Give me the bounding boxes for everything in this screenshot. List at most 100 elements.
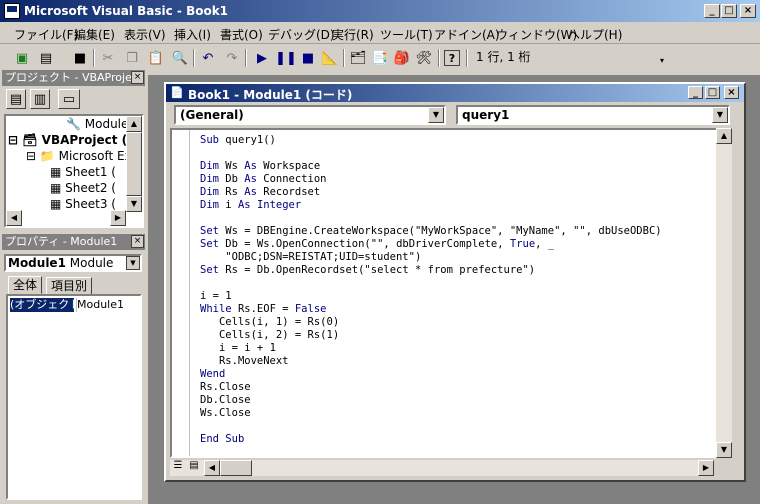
full-module-view-icon[interactable]: ▤ — [186, 460, 202, 476]
code-line[interactable]: Rs.MoveNext — [200, 355, 662, 368]
object-combo[interactable]: Module1 Module ▼ — [4, 254, 142, 272]
code-line[interactable]: ​ — [200, 277, 662, 290]
project-explorer-icon[interactable]: 🗂 — [348, 48, 368, 68]
run-icon[interactable]: ▶ — [252, 48, 272, 68]
procedure-view-icon[interactable]: ☰ — [170, 460, 186, 476]
paste-icon[interactable]: 📋 — [146, 48, 166, 68]
design-mode-icon[interactable]: 📐 — [320, 48, 340, 68]
object-dropdown[interactable]: (General) ▼ — [174, 105, 446, 125]
toolbar-overflow-icon[interactable]: ▾ — [660, 56, 664, 65]
menu-tools[interactable]: ツール(T) — [380, 26, 433, 43]
view-code-icon[interactable]: ▤ — [6, 89, 26, 109]
redo-icon[interactable]: ↷ — [222, 48, 242, 68]
object-browser-icon[interactable]: 🎒 — [392, 48, 412, 68]
tree-vscroll-thumb[interactable] — [126, 132, 142, 196]
procedure-dropdown[interactable]: query1 ▼ — [456, 105, 730, 125]
code-scroll-up[interactable]: ▲ — [716, 128, 732, 144]
help-icon[interactable]: ? — [444, 50, 460, 66]
code-window-title: Book1 - Module1 (コード) — [188, 88, 353, 102]
tree-scroll-right[interactable]: ▶ — [110, 210, 126, 226]
code-line[interactable]: i = i + 1 — [200, 342, 662, 355]
code-line[interactable]: Dim Rs As Recordset — [200, 186, 662, 199]
code-line[interactable]: Dim Ws As Workspace — [200, 160, 662, 173]
reset-icon[interactable]: ■ — [298, 48, 318, 68]
code-text[interactable]: Sub query1()​Dim Ws As WorkspaceDim Db A… — [200, 134, 662, 446]
tree-scroll-down[interactable]: ▼ — [126, 196, 142, 212]
close-button[interactable]: × — [740, 4, 756, 18]
code-line[interactable]: Rs.Close — [200, 381, 662, 394]
maximize-button[interactable]: □ — [721, 4, 737, 18]
menu-debug[interactable]: デバッグ(D) — [268, 26, 335, 43]
code-hscroll-thumb[interactable] — [220, 460, 252, 476]
cut-icon[interactable]: ✂ — [98, 48, 118, 68]
code-maximize-button[interactable]: □ — [705, 86, 720, 99]
tree-item-sheet2[interactable]: ▦ Sheet2 ( — [50, 180, 116, 196]
app-title-bar[interactable]: Microsoft Visual Basic - Book1 _ □ × — [0, 0, 760, 22]
code-line[interactable]: Cells(i, 2) = Rs(1) — [200, 329, 662, 342]
chevron-down-icon[interactable]: ▼ — [428, 107, 444, 123]
toggle-folders-icon[interactable]: ▭ — [58, 89, 80, 109]
tree-scroll-left[interactable]: ◀ — [6, 210, 22, 226]
code-line[interactable]: Wend — [200, 368, 662, 381]
project-close-button[interactable]: × — [131, 71, 144, 84]
code-line[interactable]: End Sub — [200, 433, 662, 446]
code-line[interactable]: "ODBC;DSN=REISTAT;UID=student") — [200, 251, 662, 264]
menu-help[interactable]: ヘルプ(H) — [568, 26, 622, 43]
menu-insert[interactable]: 挿入(I) — [174, 26, 211, 43]
code-scroll-right[interactable]: ▶ — [698, 460, 714, 476]
copy-icon[interactable]: ❐ — [122, 48, 142, 68]
code-line[interactable]: Db.Close — [200, 394, 662, 407]
property-name-cell[interactable]: (オブジェクト名) — [10, 298, 74, 312]
code-scroll-down[interactable]: ▼ — [716, 442, 732, 458]
code-vscroll[interactable]: ▲ ▼ — [716, 128, 732, 458]
minimize-button[interactable]: _ — [704, 4, 720, 18]
code-line[interactable]: ​ — [200, 212, 662, 225]
code-line[interactable]: Ws.Close — [200, 407, 662, 420]
tree-scroll-up[interactable]: ▲ — [126, 116, 142, 132]
menu-format[interactable]: 書式(O) — [220, 26, 263, 43]
code-hscroll[interactable]: ☰ ▤ ◀ ▶ — [170, 460, 714, 476]
code-line[interactable]: Cells(i, 1) = Rs(0) — [200, 316, 662, 329]
view-excel-icon[interactable]: ▣ — [12, 48, 32, 68]
properties-window-icon[interactable]: 📑 — [370, 48, 390, 68]
chevron-down-icon[interactable]: ▼ — [712, 107, 728, 123]
menu-file[interactable]: ファイル(F) — [14, 26, 78, 43]
save-icon[interactable]: ■ — [70, 48, 90, 68]
break-icon[interactable]: ❚❚ — [275, 48, 297, 68]
code-minimize-button[interactable]: _ — [688, 86, 703, 99]
chevron-down-icon[interactable]: ▼ — [126, 256, 140, 270]
menu-run[interactable]: 実行(R) — [332, 26, 374, 43]
code-window-title-bar[interactable]: 📄 Book1 - Module1 (コード) _ □ × — [166, 84, 744, 102]
code-line[interactable]: Dim Db As Connection — [200, 173, 662, 186]
code-editor[interactable]: Sub query1()​Dim Ws As WorkspaceDim Db A… — [170, 128, 728, 458]
tab-alphabetic[interactable]: 全体 — [8, 276, 43, 294]
find-icon[interactable]: 🔍 — [170, 48, 190, 68]
code-line[interactable]: ​ — [200, 147, 662, 160]
code-line[interactable]: Sub query1() — [200, 134, 662, 147]
indicator-margin[interactable] — [172, 130, 190, 456]
code-line[interactable]: Set Db = Ws.OpenConnection("", dbDriverC… — [200, 238, 662, 251]
tree-item-sheet3[interactable]: ▦ Sheet3 ( — [50, 196, 116, 212]
tree-item-vbaproject[interactable]: ⊟ 🗃 VBAProject ( — [8, 132, 127, 148]
code-scroll-left[interactable]: ◀ — [204, 460, 220, 476]
tab-categorized[interactable]: 項目別 — [46, 277, 93, 295]
code-line[interactable]: ​ — [200, 420, 662, 433]
toolbox-icon[interactable]: 🛠 — [414, 48, 434, 68]
code-line[interactable]: Set Rs = Db.OpenRecordset("select * from… — [200, 264, 662, 277]
menu-view[interactable]: 表示(V) — [124, 26, 166, 43]
properties-close-button[interactable]: × — [131, 235, 144, 248]
menu-window[interactable]: ウィンドウ(W) — [496, 26, 577, 43]
menu-addins[interactable]: アドイン(A) — [434, 26, 500, 43]
undo-icon[interactable]: ↶ — [198, 48, 218, 68]
tree-item-excel-objects[interactable]: ⊟ 📁 Microsoft Ex — [26, 148, 132, 164]
code-close-button[interactable]: × — [724, 86, 739, 99]
tree-item-sheet1[interactable]: ▦ Sheet1 ( — [50, 164, 116, 180]
code-line[interactable]: Dim i As Integer — [200, 199, 662, 212]
code-line[interactable]: Set Ws = DBEngine.CreateWorkspace("MyWor… — [200, 225, 662, 238]
view-object-icon[interactable]: ▥ — [30, 89, 50, 109]
insert-module-icon[interactable]: ▤ — [36, 48, 56, 68]
code-line[interactable]: While Rs.EOF = False — [200, 303, 662, 316]
menu-edit[interactable]: 編集(E) — [74, 26, 115, 43]
property-value-cell[interactable]: Module1 — [76, 298, 138, 312]
code-line[interactable]: i = 1 — [200, 290, 662, 303]
